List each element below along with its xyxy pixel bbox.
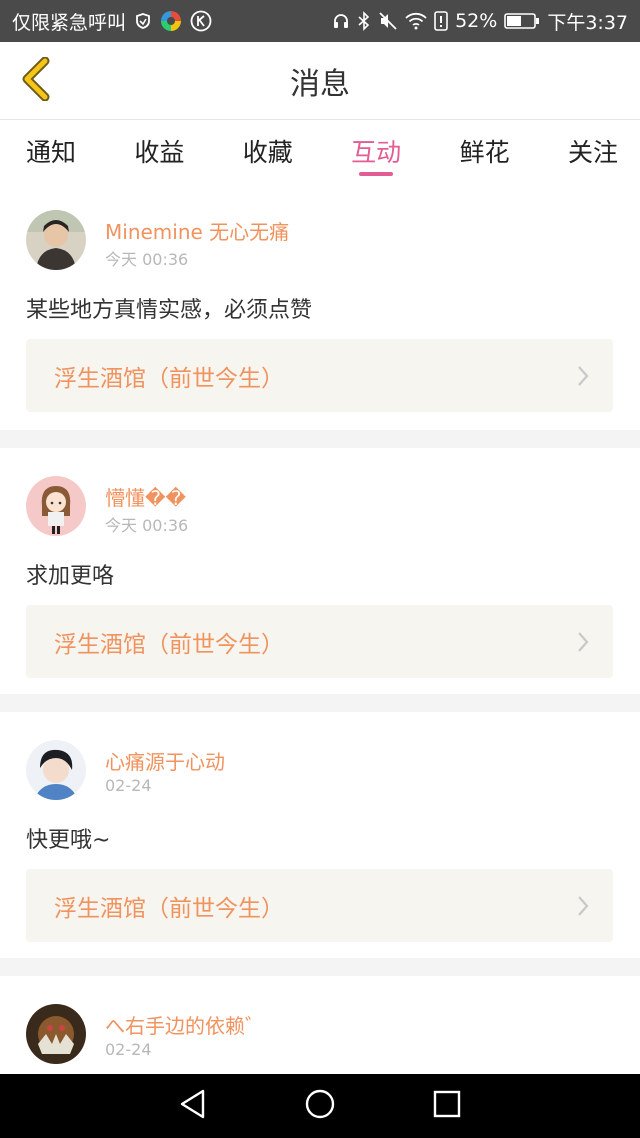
chevron-right-icon (577, 895, 589, 917)
wifi-icon (405, 12, 427, 30)
mute-icon (378, 11, 398, 31)
headphones-icon (332, 12, 350, 30)
timestamp: 今天 00:36 (105, 516, 189, 535)
card-divider (0, 694, 640, 712)
book-title: 浮生酒馆（前世今生） (54, 365, 284, 392)
avatar[interactable] (26, 740, 86, 800)
nav-back-button[interactable] (163, 1076, 223, 1136)
shield-icon (134, 12, 152, 30)
message-card: 心痛源于心动 02-24 快更哦~ 浮生酒馆（前世今生） (0, 712, 640, 958)
tab-label: 互动 (351, 138, 402, 167)
color-app-icon (160, 10, 182, 32)
comment-text: 某些地方真情实感，必须点赞 (26, 298, 313, 323)
chevron-right-icon (577, 365, 589, 387)
recents-square-icon (433, 1090, 461, 1122)
book-link[interactable]: 浮生酒馆（前世今生） (26, 869, 613, 942)
tab-label: 收益 (134, 138, 185, 167)
message-card: へ右手边的依赖゛ 02-24 (0, 976, 640, 1074)
k-icon (190, 10, 212, 32)
message-card: 懵懂�� 今天 00:36 求加更咯 浮生酒馆（前世今生） (0, 448, 640, 694)
tab-label: 关注 (567, 138, 618, 167)
system-nav-bar (0, 1074, 640, 1138)
username[interactable]: へ右手边的依赖゛ (105, 1010, 265, 1039)
book-title: 浮生酒馆（前世今生） (54, 631, 284, 658)
tab-bar: 通知 收益 收藏 互动 鲜花 关注 (0, 120, 640, 182)
chevron-right-icon (577, 631, 589, 653)
page-title: 消息 (290, 66, 350, 102)
status-time: 下午3:37 (547, 11, 628, 34)
tab-notifications[interactable]: 通知 (26, 120, 76, 182)
username[interactable]: 懵懂�� (105, 482, 186, 511)
timestamp: 02-24 (105, 1040, 152, 1059)
username[interactable]: Minemine 无心无痛 (105, 216, 289, 245)
tab-label: 鲜花 (459, 138, 510, 167)
avatar[interactable] (26, 476, 86, 536)
home-circle-icon (304, 1088, 336, 1124)
timestamp: 今天 00:36 (105, 250, 189, 269)
tab-label: 通知 (26, 138, 77, 167)
nav-recents-button[interactable] (417, 1076, 477, 1136)
card-divider (0, 958, 640, 976)
back-triangle-icon (178, 1088, 208, 1124)
book-link[interactable]: 浮生酒馆（前世今生） (26, 605, 613, 678)
active-tab-indicator (359, 172, 394, 176)
tab-following[interactable]: 关注 (568, 120, 618, 182)
chevron-left-icon (21, 56, 51, 105)
tab-flowers[interactable]: 鲜花 (460, 120, 510, 182)
comment-text: 求加更咯 (26, 564, 115, 589)
tab-label: 收藏 (242, 138, 293, 167)
card-divider (0, 430, 640, 448)
battery-icon (504, 12, 540, 30)
message-card: Minemine 无心无痛 今天 00:36 某些地方真情实感，必须点赞 浮生酒… (0, 182, 640, 430)
message-feed[interactable]: Minemine 无心无痛 今天 00:36 某些地方真情实感，必须点赞 浮生酒… (0, 182, 640, 1074)
battery-percent: 52% (455, 10, 498, 32)
avatar[interactable] (26, 1004, 86, 1064)
header: 消息 (0, 42, 640, 120)
comment-text: 快更哦~ (26, 828, 111, 853)
tab-favorites[interactable]: 收藏 (243, 120, 293, 182)
avatar[interactable] (26, 210, 86, 270)
book-link[interactable]: 浮生酒馆（前世今生） (26, 339, 613, 412)
tab-earnings[interactable]: 收益 (134, 120, 184, 182)
timestamp: 02-24 (105, 776, 152, 795)
alert-icon (434, 11, 448, 31)
bluetooth-icon (357, 11, 371, 31)
tab-interactions[interactable]: 互动 (351, 120, 401, 182)
status-bar: 仅限紧急呼叫 52% 下午3:37 (0, 0, 640, 42)
carrier-text: 仅限紧急呼叫 (12, 11, 127, 34)
username[interactable]: 心痛源于心动 (105, 746, 225, 775)
book-title: 浮生酒馆（前世今生） (54, 895, 284, 922)
back-button[interactable] (16, 56, 56, 105)
nav-home-button[interactable] (290, 1076, 350, 1136)
